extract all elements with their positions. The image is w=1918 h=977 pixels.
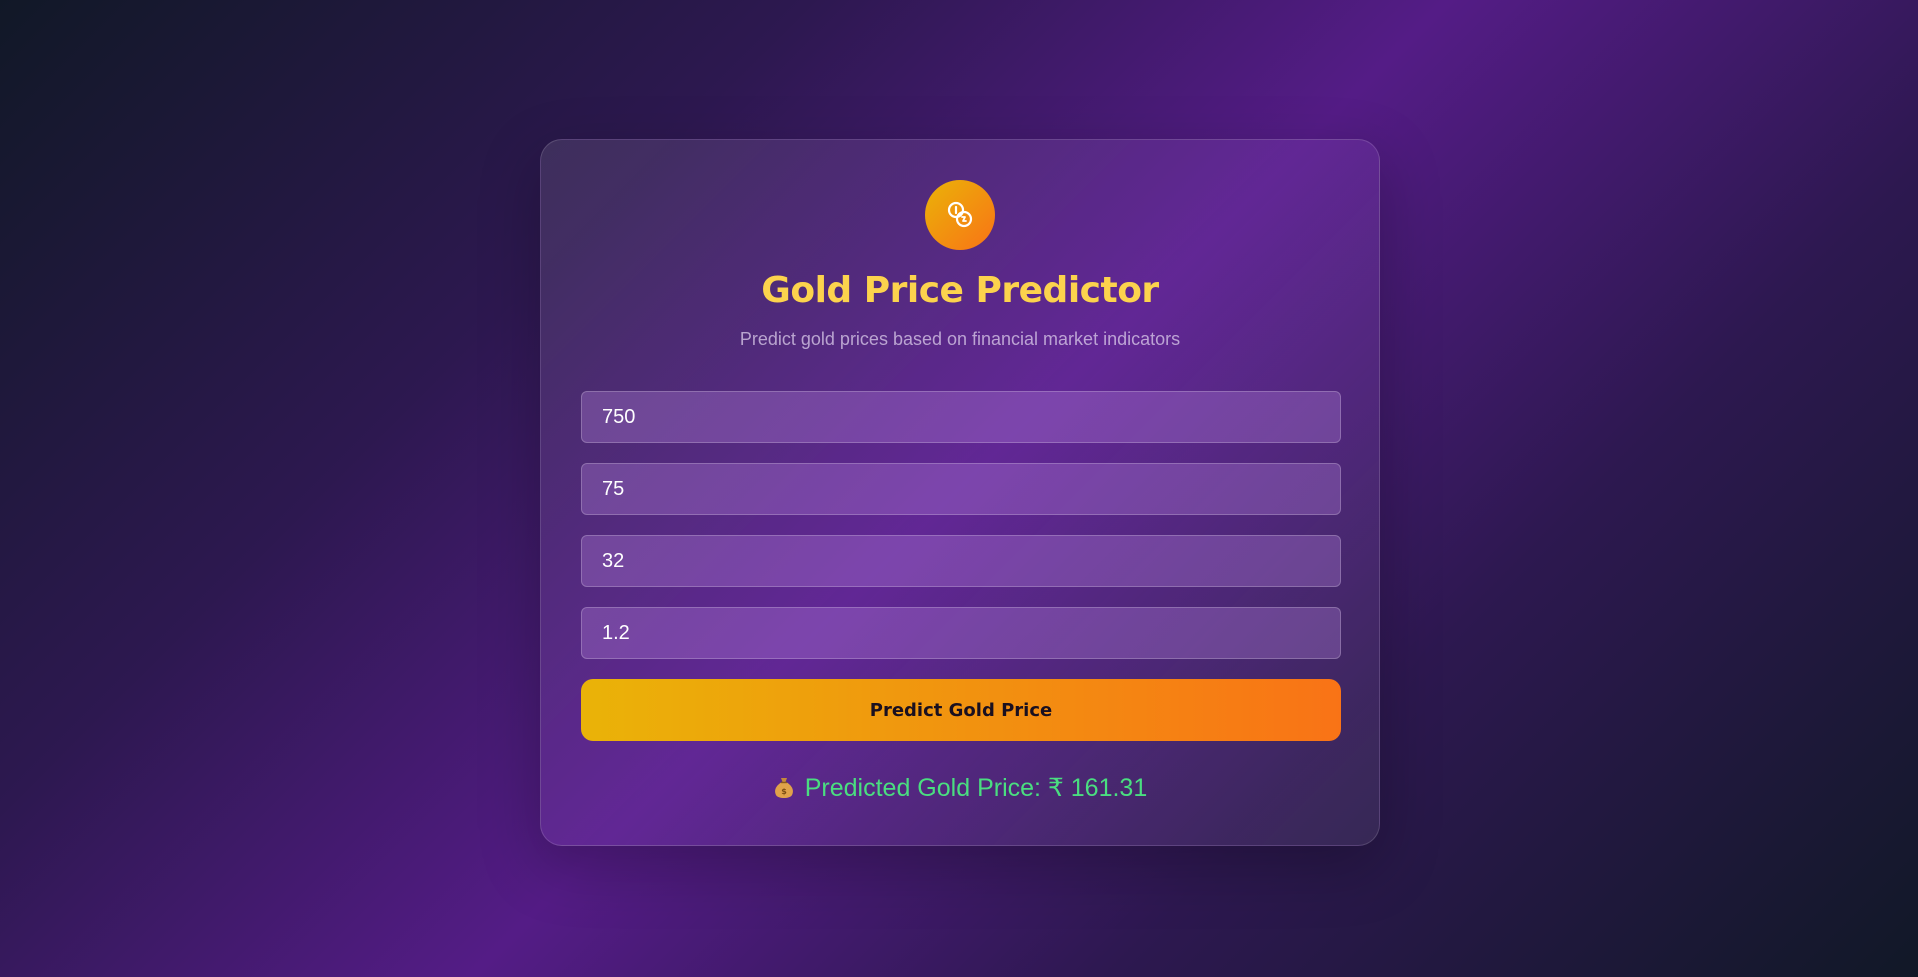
indicator-input-3[interactable] [581, 535, 1341, 587]
indicator-input-4[interactable] [581, 607, 1341, 659]
predictor-card: Gold Price Predictor Predict gold prices… [540, 139, 1380, 846]
indicator-input-1[interactable] [581, 391, 1341, 443]
page-title: Gold Price Predictor [761, 270, 1159, 311]
prediction-result: $ Predicted Gold Price: ₹ 161.31 [541, 773, 1379, 803]
indicator-input-2[interactable] [581, 463, 1341, 515]
svg-text:$: $ [781, 787, 787, 796]
money-bag-icon: $ [773, 776, 795, 800]
page-subtitle: Predict gold prices based on financial m… [739, 329, 1181, 349]
predict-button[interactable]: Predict Gold Price [581, 679, 1341, 741]
coins-icon [925, 180, 995, 250]
prediction-text: Predicted Gold Price: ₹ 161.31 [804, 774, 1148, 802]
